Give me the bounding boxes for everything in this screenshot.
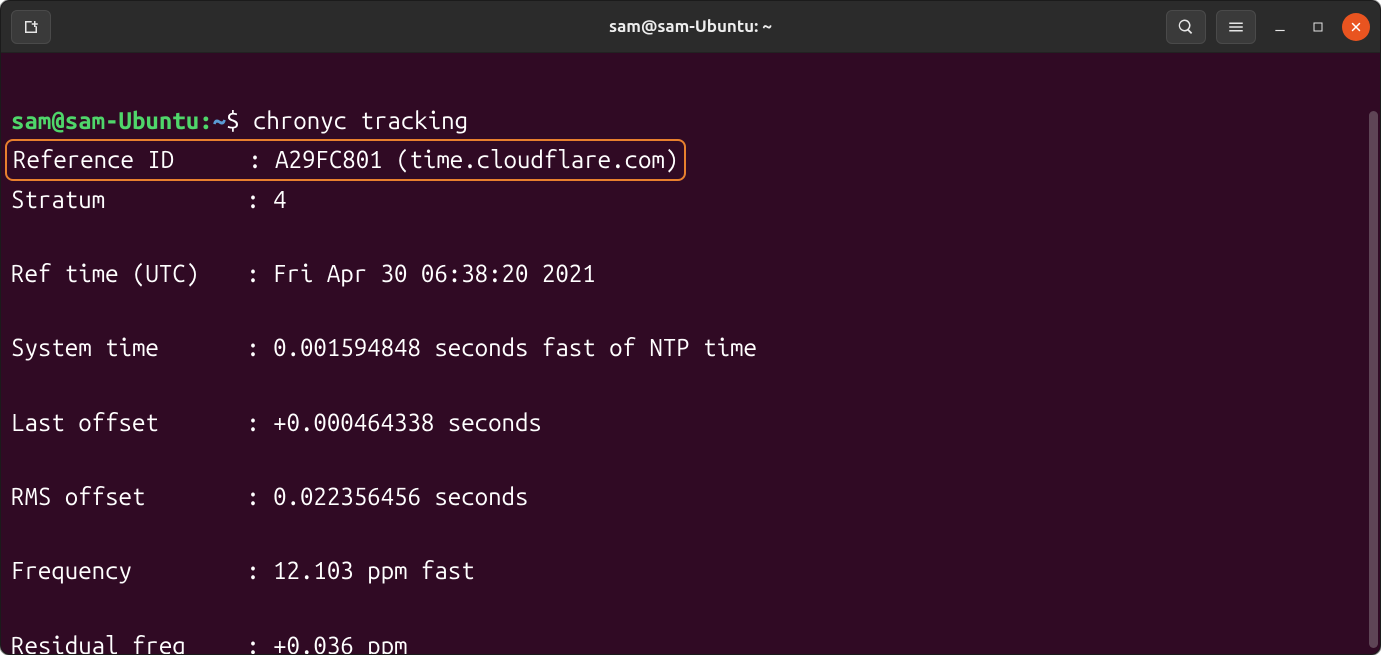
output-value: 0.022356456 seconds — [273, 478, 528, 515]
output-value: Fri Apr 30 06:38:20 2021 — [273, 255, 596, 292]
output-label: System time — [11, 329, 246, 366]
close-icon — [1350, 21, 1362, 33]
search-button[interactable] — [1166, 10, 1206, 44]
prompt-cwd: ~ — [213, 107, 226, 134]
minimize-button[interactable] — [1266, 13, 1294, 41]
close-button[interactable] — [1342, 13, 1370, 41]
output-value: 4 — [273, 181, 286, 218]
hamburger-icon — [1227, 18, 1245, 36]
maximize-icon — [1312, 21, 1324, 33]
scrollbar[interactable] — [1368, 111, 1378, 648]
output-value: 0.001594848 seconds fast of NTP time — [273, 329, 757, 366]
output-label: Stratum — [11, 181, 246, 218]
output-label: Ref time (UTC) — [11, 255, 246, 292]
window-title: sam@sam-Ubuntu: ~ — [609, 17, 772, 36]
new-tab-button[interactable] — [11, 10, 51, 44]
terminal-output[interactable]: sam@sam-Ubuntu:~$ chronyc tracking Refer… — [1, 53, 1380, 655]
output-row: Residual freq: +0.036 ppm — [11, 627, 1370, 655]
output-row: RMS offset: 0.022356456 seconds — [11, 478, 1370, 515]
command-text: chronyc tracking — [253, 107, 468, 134]
output-value: +0.036 ppm — [273, 627, 407, 655]
menu-button[interactable] — [1216, 10, 1256, 44]
search-icon — [1177, 18, 1195, 36]
output-row: Ref time (UTC): Fri Apr 30 06:38:20 2021 — [11, 255, 1370, 292]
terminal-window: sam@sam-Ubuntu: ~ sam@sam-Ubuntu:~$ chro… — [0, 0, 1381, 655]
highlight-annotation: Reference ID: A29FC801 (time.cloudflare.… — [5, 139, 686, 180]
output-value: 12.103 ppm fast — [273, 552, 475, 589]
prompt-user-host: sam@sam-Ubuntu — [11, 107, 199, 134]
maximize-button[interactable] — [1304, 13, 1332, 41]
output-row: Frequency: 12.103 ppm fast — [11, 552, 1370, 589]
output-label: Residual freq — [11, 627, 246, 655]
output-value: A29FC801 (time.cloudflare.com) — [275, 146, 678, 173]
output-row: Last offset: +0.000464338 seconds — [11, 404, 1370, 441]
output-label: Frequency — [11, 552, 246, 589]
output-value: +0.000464338 seconds — [273, 404, 542, 441]
titlebar: sam@sam-Ubuntu: ~ — [1, 1, 1380, 53]
prompt-symbol: $ — [226, 107, 239, 134]
output-row: System time: 0.001594848 seconds fast of… — [11, 329, 1370, 366]
scrollbar-thumb[interactable] — [1369, 111, 1378, 648]
output-label: RMS offset — [11, 478, 246, 515]
minimize-icon — [1273, 20, 1287, 34]
output-label: Last offset — [11, 404, 246, 441]
new-tab-icon — [22, 18, 40, 36]
output-label: Reference ID — [13, 141, 248, 178]
output-row: Stratum: 4 — [11, 181, 1370, 218]
